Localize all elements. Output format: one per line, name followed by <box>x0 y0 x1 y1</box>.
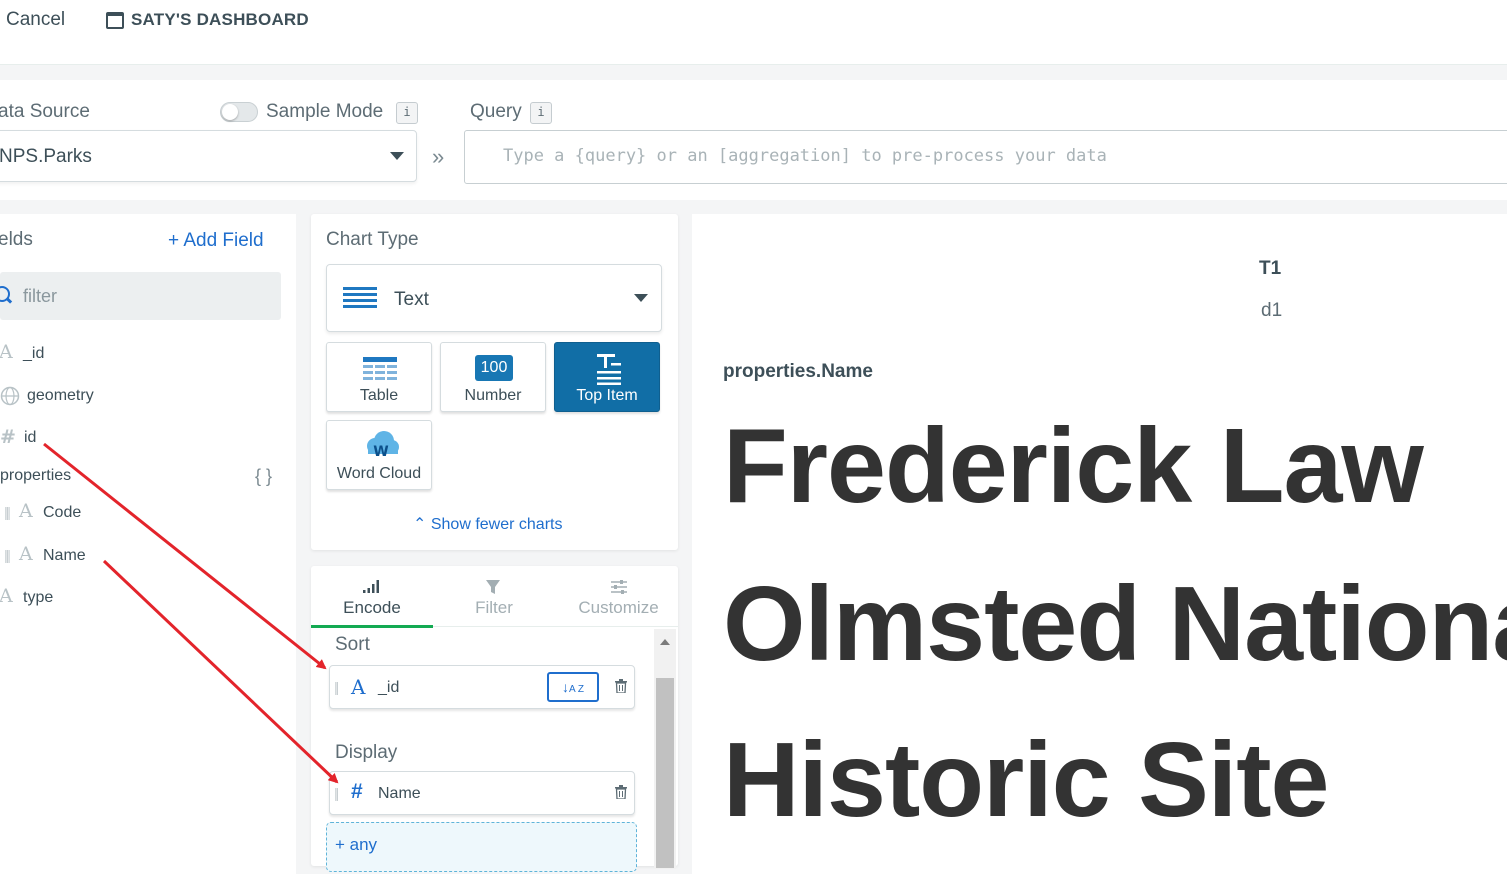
customize-icon <box>611 580 627 594</box>
sort-field-label: _id <box>378 679 400 696</box>
trash-icon[interactable] <box>615 785 627 799</box>
text-chart-icon <box>343 287 377 309</box>
word-cloud-icon: W <box>367 431 399 459</box>
double-chevron-icon: » <box>432 144 445 169</box>
string-type-icon: A <box>351 675 366 699</box>
dashboard-icon <box>106 12 124 29</box>
add-display-field-dropzone[interactable]: + any <box>326 822 637 872</box>
scroll-up-icon[interactable] <box>660 639 670 645</box>
field-item-name[interactable]: Name <box>43 547 86 565</box>
top-item-value-line: Historic Site <box>723 721 1330 839</box>
display-section-title: Display <box>335 742 398 763</box>
any-label: + any <box>335 835 378 854</box>
query-input[interactable]: Type a {query} or an [aggregation] to pr… <box>464 130 1507 184</box>
drag-handle-icon[interactable]: || <box>334 785 339 801</box>
data-source-label: ata Source <box>0 101 90 122</box>
number-type-icon: # <box>0 426 16 448</box>
chevron-down-icon <box>390 152 404 160</box>
top-item-icon <box>597 354 621 385</box>
tab-encode[interactable]: Encode <box>311 598 433 618</box>
toggle-knob <box>222 104 238 120</box>
sample-mode-info-icon[interactable]: i <box>396 102 418 124</box>
table-icon <box>363 357 397 380</box>
chart-type-select[interactable]: Text <box>326 264 662 332</box>
number-icon: 100 <box>475 355 513 381</box>
show-fewer-charts-link[interactable]: ⌃ Show fewer charts <box>413 514 562 534</box>
sort-section-title: Sort <box>335 634 370 655</box>
string-type-icon: A <box>19 543 33 565</box>
chevron-down-icon <box>634 294 648 302</box>
tab-divider <box>433 626 678 627</box>
chart-tile-top-item[interactable]: Top Item <box>554 342 660 412</box>
active-tab-indicator <box>311 625 433 628</box>
chart-tile-number[interactable]: 100 Number <box>440 342 546 412</box>
string-type-icon: A <box>0 341 13 363</box>
field-item-code[interactable]: Code <box>43 504 81 522</box>
encode-icon <box>363 580 379 593</box>
search-icon <box>0 286 10 302</box>
filter-icon <box>486 580 500 594</box>
drag-handle-icon[interactable]: ||| <box>4 504 11 520</box>
chart-type-value: Text <box>394 289 429 310</box>
field-item-properties[interactable]: properties <box>0 467 71 485</box>
show-fewer-label: Show fewer charts <box>430 516 563 533</box>
word-cloud-letter: W <box>373 444 388 459</box>
display-field-label: Name <box>378 785 421 802</box>
dashboard-title[interactable]: SATY'S DASHBOARD <box>131 10 309 30</box>
sort-field-chip[interactable]: || A _id ↓A Z <box>329 665 635 709</box>
field-filter-input[interactable]: filter <box>0 272 281 320</box>
top-item-value-line: Frederick Law <box>723 407 1424 525</box>
globe-icon <box>0 386 20 406</box>
chart-type-title: Chart Type <box>326 229 419 250</box>
chart-tile-label: Table <box>359 387 399 404</box>
chart-tile-label: Word Cloud <box>336 465 422 482</box>
field-item-_id[interactable]: _id <box>23 345 44 363</box>
trash-icon[interactable] <box>615 679 627 693</box>
number-type-icon: # <box>351 780 363 803</box>
field-item-id[interactable]: id <box>24 429 36 447</box>
fields-title: elds <box>0 229 33 250</box>
tab-filter[interactable]: Filter <box>433 598 555 618</box>
top-item-text-clip: Frederick Law Olmsted National Historic … <box>692 214 1507 863</box>
drag-handle-icon[interactable]: || <box>334 679 339 695</box>
top-item-value-line: Olmsted National <box>723 565 1507 683</box>
chart-tile-label: Number <box>464 387 522 404</box>
query-label: Query <box>470 101 522 122</box>
sample-mode-label: Sample Mode <box>266 101 384 122</box>
scrollbar-thumb[interactable] <box>656 678 674 868</box>
query-placeholder: Type a {query} or an [aggregation] to pr… <box>503 146 1107 166</box>
chart-tile-label: Top Item <box>576 387 638 404</box>
data-source-select[interactable]: NPS.Parks <box>0 130 417 182</box>
sample-mode-toggle[interactable] <box>220 102 258 122</box>
tab-customize[interactable]: Customize <box>556 598 681 618</box>
cancel-button[interactable]: Cancel <box>6 9 65 31</box>
object-type-icon: { } <box>255 466 273 486</box>
field-item-type[interactable]: type <box>23 589 53 607</box>
chart-tile-table[interactable]: Table <box>326 342 432 412</box>
query-info-icon[interactable]: i <box>530 102 552 124</box>
string-type-icon: A <box>19 500 33 522</box>
field-item-geometry[interactable]: geometry <box>27 387 94 405</box>
add-field-button[interactable]: + Add Field <box>168 230 264 252</box>
drag-handle-icon[interactable]: ||| <box>4 547 11 563</box>
display-field-chip[interactable]: || # Name <box>329 771 635 815</box>
sort-direction-button[interactable]: ↓A Z <box>547 672 599 702</box>
string-type-icon: A <box>0 585 13 607</box>
data-source-value: NPS.Parks <box>0 146 92 167</box>
chart-tile-word-cloud[interactable]: W Word Cloud <box>326 420 432 490</box>
filter-placeholder: filter <box>23 286 58 306</box>
